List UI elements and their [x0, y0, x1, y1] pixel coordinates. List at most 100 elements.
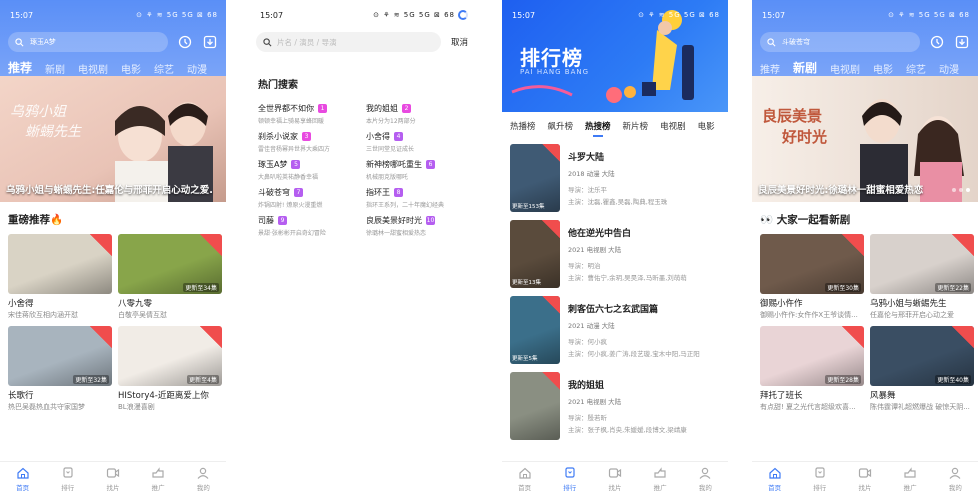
nav-item-user[interactable]: 我的 [687, 466, 723, 492]
tab-anime[interactable]: 动漫 [187, 61, 207, 76]
tab-hot-search[interactable]: 热搜榜 [585, 120, 611, 137]
search-input[interactable]: 斗破苍穹 [760, 32, 920, 52]
search-icon [263, 37, 272, 46]
search-input[interactable]: 琢玉A梦 [8, 32, 168, 52]
hot-search-item[interactable]: 小舍得 4 三世同堂见证成长 [366, 131, 474, 153]
episode-badge: 更新至30集 [825, 283, 861, 292]
video-desc: 宋佳蒋欣互相内涵开怼 [8, 311, 78, 319]
download-icon[interactable] [202, 34, 218, 50]
nav-label: 排行 [563, 483, 577, 492]
hot-search-item[interactable]: 刹杀小说家 3 雷佳音杨幂异世界大乘四方 [258, 131, 366, 153]
video-card[interactable]: 更新至30集 御赐小仵作 御赐小仵作:女仵作X王爷谈情... [760, 234, 864, 320]
category-tabs: 推荐 新剧 电视剧 电影 综艺 动漫 [752, 54, 978, 81]
tab-variety[interactable]: 综艺 [154, 61, 174, 76]
tab-variety[interactable]: 综艺 [906, 61, 926, 76]
tab-rising[interactable]: 飙升榜 [548, 120, 574, 132]
hot-search-item[interactable]: 新神榜哪吒重生 6 机械朋克版哪吒 [366, 159, 474, 181]
tab-new-drama[interactable]: 新剧 [45, 61, 65, 76]
ranking-row[interactable]: 我的姐姐 2021 电视剧 大陆 导演：殷若昕 主演：张子枫,肖央,朱媛媛,段博文,梁… [510, 372, 724, 447]
hero-banner[interactable]: 良辰美景 好时光 良辰美景好时光:徐璐林一甜蜜相爱热恋 [752, 76, 978, 202]
video-card[interactable]: 更新至34集 八零九零 白敬亭吴倩互怼 [118, 234, 222, 320]
loading-ring-icon [458, 10, 468, 20]
tab-tv[interactable]: 电视剧 [830, 61, 860, 76]
nav-item-trophy[interactable]: 排行 [50, 466, 86, 492]
episode-badge: 更新至4集 [187, 375, 219, 384]
nav-item-home[interactable]: 首页 [757, 466, 793, 492]
video-title: 我的姐姐 [568, 381, 605, 391]
video-card[interactable]: 更新至28集 拜托了班长 有点甜! 夏之光代言超级欢喜... [760, 326, 864, 412]
ranking-row[interactable]: 更新至153集 斗罗大陆 2018 动漫 大陆 导演：沈乐平 主演：沈磊,瞿鑫,吴磊,陶… [510, 144, 724, 219]
tab-new-drama[interactable]: 新剧 [793, 59, 817, 81]
nav-item-share[interactable]: 推广 [642, 466, 678, 492]
nav-item-video[interactable]: 找片 [597, 466, 633, 492]
cancel-button[interactable]: 取消 [451, 36, 468, 48]
episode-badge: 更新至13集 [512, 280, 541, 286]
nav-item-home[interactable]: 首页 [507, 466, 543, 492]
ranking-row[interactable]: 更新至5集 刺客伍六七之玄武国篇 2021 动漫 大陆 导演：何小疯 主演：何小疯,姜广… [510, 296, 724, 371]
hot-search-item[interactable]: 司藤 9 景甜·张彬彬开启奇幻冒险 [258, 215, 366, 237]
tab-movie[interactable]: 电影 [698, 120, 715, 132]
badge-icon [542, 372, 560, 390]
status-icons: ⊙ ⚘ ≋ 5G 5G ⊠ 68 [373, 11, 455, 19]
hot-search-item[interactable]: 全世界都不如你 1 顿顿幸福上骑易享蜂回暖 [258, 103, 366, 125]
tab-anime[interactable]: 动漫 [939, 61, 959, 76]
video-card[interactable]: 更新至4集 HIStory4-近距离爱上你 BL浪漫喜剧 [118, 326, 222, 412]
hot-search-item[interactable]: 指环王 8 指环王系列，二十年魔幻经典 [366, 187, 474, 209]
video-card[interactable]: 小舍得 宋佳蒋欣互相内涵开怼 [8, 234, 112, 320]
tab-new[interactable]: 新片榜 [623, 120, 649, 132]
hot-search-list: 全世界都不如你 1 顿顿幸福上骑易享蜂回暖 我的姐姐 2 本片分为12两部分 刹杀小说家 3 雷… [258, 103, 476, 237]
tab-hot-play[interactable]: 热播榜 [510, 120, 536, 132]
hot-search-item[interactable]: 琢玉A梦 5 大鼻叭啦英祐静香幸福 [258, 159, 366, 181]
ranking-screen: 15:07 ⊙ ⚘ ≋ 5G 5G ⊠ 68 排行榜 PAI HANG BANG… [502, 0, 728, 495]
hot-search-item[interactable]: 良辰美景好时光 10 徐璐林一甜蜜相爱热恋 [366, 215, 474, 237]
nav-item-trophy[interactable]: 排行 [552, 466, 588, 492]
video-director: 导演：何小疯 [568, 338, 607, 346]
tab-tv[interactable]: 电视剧 [660, 120, 686, 132]
rank-badge: 7 [294, 188, 303, 197]
nav-item-trophy[interactable]: 排行 [802, 466, 838, 492]
tab-movie[interactable]: 电影 [873, 61, 893, 76]
history-icon[interactable] [929, 34, 945, 50]
video-title: 御赐小仵作 [760, 299, 803, 309]
video-meta: 2021 电视剧 大陆 [568, 246, 622, 254]
video-card[interactable]: 更新至32集 长歌行 热巴吴磊热血共守家国梦 [8, 326, 112, 412]
status-bar: 15:07 ⊙ ⚘ ≋ 5G 5G ⊠ 68 [250, 0, 476, 30]
video-title: 风暴舞 [870, 391, 896, 401]
video-poster: 更新至153集 [510, 144, 560, 212]
nav-item-video[interactable]: 找片 [95, 466, 131, 492]
video-poster [510, 372, 560, 440]
video-poster: 更新至5集 [510, 296, 560, 364]
nav-item-user[interactable]: 我的 [937, 466, 973, 492]
nav-item-share[interactable]: 推广 [892, 466, 928, 492]
video-title: 乌鸦小姐与蜥蜴先生 [870, 299, 947, 309]
hot-search-item[interactable]: 斗破苍穹 7 炸锅四射! 燎原火漫重燃 [258, 187, 366, 209]
nav-item-user[interactable]: 我的 [185, 466, 221, 492]
history-icon[interactable] [177, 34, 193, 50]
status-time: 15:07 [762, 10, 786, 20]
video-card[interactable]: 更新至40集 风暴舞 陈伟霆谭礼超燃爆战 破惊天阴... [870, 326, 974, 412]
video-poster: 更新至4集 [118, 326, 222, 386]
nav-item-share[interactable]: 推广 [140, 466, 176, 492]
new-drama-grid: 更新至30集 御赐小仵作 御赐小仵作:女仵作X王爷谈情... 更新至22集 乌鸦小姐与蜥… [760, 234, 974, 412]
video-card[interactable]: 更新至22集 乌鸦小姐与蜥蜴先生 任嘉伦与邢菲开启心动之爱 [870, 234, 974, 320]
video-meta: 2021 动漫 大陆 [568, 322, 615, 330]
tab-recommend[interactable]: 推荐 [8, 59, 32, 81]
share-icon [654, 466, 666, 478]
search-input[interactable]: 片名 / 演员 / 导演 [256, 32, 441, 52]
hot-item-name: 小舍得 [366, 132, 390, 141]
hot-item-sub: 顿顿幸福上骑易享蜂回暖 [258, 118, 325, 125]
nav-item-video[interactable]: 找片 [847, 466, 883, 492]
nav-item-home[interactable]: 首页 [5, 466, 41, 492]
video-poster: 更新至30集 [760, 234, 864, 294]
ranking-row[interactable]: 更新至13集 他在逆光中告白 2021 电视剧 大陆 导演：明治 主演：曹佑宁,余玥,吴… [510, 220, 724, 295]
hot-item-sub: 指环王系列，二十年魔幻经典 [366, 202, 445, 209]
tab-recommend[interactable]: 推荐 [760, 61, 780, 76]
trophy-icon [565, 466, 575, 478]
nav-label: 首页 [768, 483, 782, 492]
hot-search-item[interactable]: 我的姐姐 2 本片分为12两部分 [366, 103, 474, 125]
tab-tv[interactable]: 电视剧 [78, 61, 108, 76]
tab-movie[interactable]: 电影 [121, 61, 141, 76]
download-icon[interactable] [954, 34, 970, 50]
svg-text:好时光: 好时光 [781, 128, 827, 146]
hero-banner[interactable]: 乌鸦小姐 蜥蜴先生 乌鸦小姐与蜥蜴先生:任嘉伦与邢菲开启心动之爱. [0, 76, 226, 202]
